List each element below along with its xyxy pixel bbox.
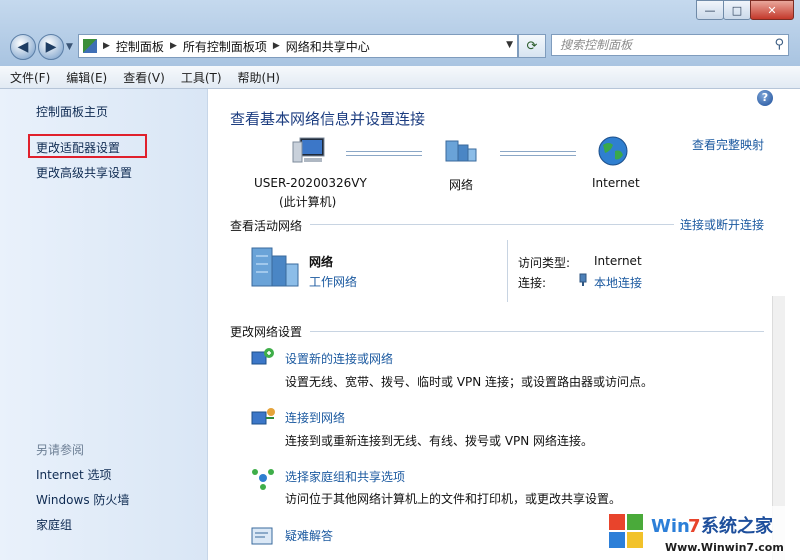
menu-view[interactable]: 查看(V): [123, 69, 165, 86]
maximize-button[interactable]: □: [723, 0, 751, 20]
page-title: 查看基本网络信息并设置连接: [230, 110, 426, 128]
chevron-right-icon[interactable]: ▶: [103, 41, 110, 51]
setup-connection-desc: 设置无线、宽带、拨号、临时或 VPN 连接；或设置路由器或访问点。: [285, 375, 654, 389]
recent-pages-dropdown-icon[interactable]: ▼: [66, 42, 73, 52]
refresh-icon: ⟳: [526, 38, 538, 54]
access-type-label: 访问类型:: [518, 256, 571, 270]
troubleshoot-icon: [251, 527, 273, 545]
breadcrumb-all-items[interactable]: 所有控制面板项: [183, 38, 267, 55]
svg-text:7: 7: [688, 516, 701, 537]
address-dropdown-icon[interactable]: ▼: [506, 40, 513, 50]
sidebar-item-advanced-sharing[interactable]: 更改高级共享设置: [36, 164, 132, 181]
see-also-internet-options[interactable]: Internet 选项: [36, 466, 111, 483]
computer-name: USER-20200326VY: [254, 176, 367, 190]
homegroup-sharing-link[interactable]: 选择家庭组和共享选项: [285, 468, 405, 485]
network-icon[interactable]: [444, 137, 478, 165]
minimize-button[interactable]: —: [696, 0, 724, 20]
help-icon[interactable]: ?: [757, 90, 773, 106]
connection-line: [346, 151, 422, 156]
access-type-value: Internet: [594, 254, 642, 268]
connect-disconnect-link[interactable]: 连接或断开连接: [680, 216, 764, 233]
computer-icon[interactable]: [292, 136, 328, 166]
active-network-name: 网络: [309, 255, 334, 269]
menu-file[interactable]: 文件(F): [10, 69, 50, 86]
window-controls: — □ ✕: [696, 0, 794, 20]
internet-label: Internet: [592, 176, 640, 190]
breadcrumb-network-center[interactable]: 网络和共享中心: [286, 38, 370, 55]
menu-edit[interactable]: 编辑(E): [66, 69, 107, 86]
network-label: 网络: [449, 178, 474, 192]
setup-connection-link[interactable]: 设置新的连接或网络: [285, 350, 393, 367]
network-type-link[interactable]: 工作网络: [309, 273, 357, 290]
chevron-right-icon[interactable]: ▶: [273, 41, 280, 51]
divider: [310, 331, 764, 332]
active-networks-title: 查看活动网络: [230, 219, 303, 233]
ethernet-icon: [579, 273, 587, 286]
breadcrumb-control-panel[interactable]: 控制面板: [116, 38, 164, 55]
search-input[interactable]: 搜索控制面板 ⚲: [551, 34, 789, 56]
divider-vertical: [507, 240, 508, 302]
forward-button[interactable]: ▶: [38, 34, 64, 60]
see-also-firewall[interactable]: Windows 防火墙: [36, 491, 129, 508]
sidebar-item-control-panel-home[interactable]: 控制面板主页: [36, 103, 108, 120]
homegroup-sharing-desc: 访问位于其他网络计算机上的文件和打印机，或更改共享设置。: [285, 492, 622, 506]
see-also-homegroup[interactable]: 家庭组: [36, 516, 72, 533]
connect-to-network-link[interactable]: 连接到网络: [285, 409, 345, 426]
svg-text:Www.Winwin7.com: Www.Winwin7.com: [665, 541, 784, 554]
chevron-right-icon[interactable]: ▶: [170, 41, 177, 51]
search-icon[interactable]: ⚲: [774, 35, 784, 55]
new-connection-icon: [251, 348, 274, 365]
control-panel-icon: [83, 39, 97, 53]
menu-tools[interactable]: 工具(T): [181, 69, 222, 86]
see-also-title: 另请参阅: [36, 443, 85, 457]
connect-to-network-desc: 连接到或重新连接到无线、有线、拨号或 VPN 网络连接。: [285, 434, 594, 448]
menu-bar: 文件(F) 编辑(E) 查看(V) 工具(T) 帮助(H): [0, 66, 800, 89]
troubleshoot-link[interactable]: 疑难解答: [285, 527, 333, 544]
sidebar: [0, 89, 208, 560]
globe-icon[interactable]: [597, 135, 629, 167]
connection-label: 连接:: [518, 276, 547, 290]
local-connection-link[interactable]: 本地连接: [594, 274, 642, 291]
connect-network-icon: [251, 408, 275, 425]
svg-text:Win: Win: [651, 516, 690, 537]
refresh-button[interactable]: ⟳: [518, 34, 546, 58]
view-full-map-link[interactable]: 查看完整映射: [692, 136, 764, 153]
highlight-box: [28, 134, 147, 158]
menu-help[interactable]: 帮助(H): [238, 69, 280, 86]
divider: [310, 224, 674, 225]
search-placeholder: 搜索控制面板: [560, 38, 633, 52]
change-settings-title: 更改网络设置: [230, 325, 303, 339]
homegroup-icon: [252, 469, 274, 490]
win7-watermark-logo: Win 7 系统之家 Www.Winwin7.com: [603, 506, 799, 560]
computer-subtitle: (此计算机): [279, 195, 337, 209]
svg-text:系统之家: 系统之家: [701, 515, 774, 537]
network-building-icon: [251, 247, 299, 287]
connection-line: [500, 151, 576, 156]
close-button[interactable]: ✕: [750, 0, 794, 20]
back-button[interactable]: ◀: [10, 34, 36, 60]
address-bar[interactable]: ▶ 控制面板 ▶ 所有控制面板项 ▶ 网络和共享中心 ▼: [78, 34, 518, 58]
